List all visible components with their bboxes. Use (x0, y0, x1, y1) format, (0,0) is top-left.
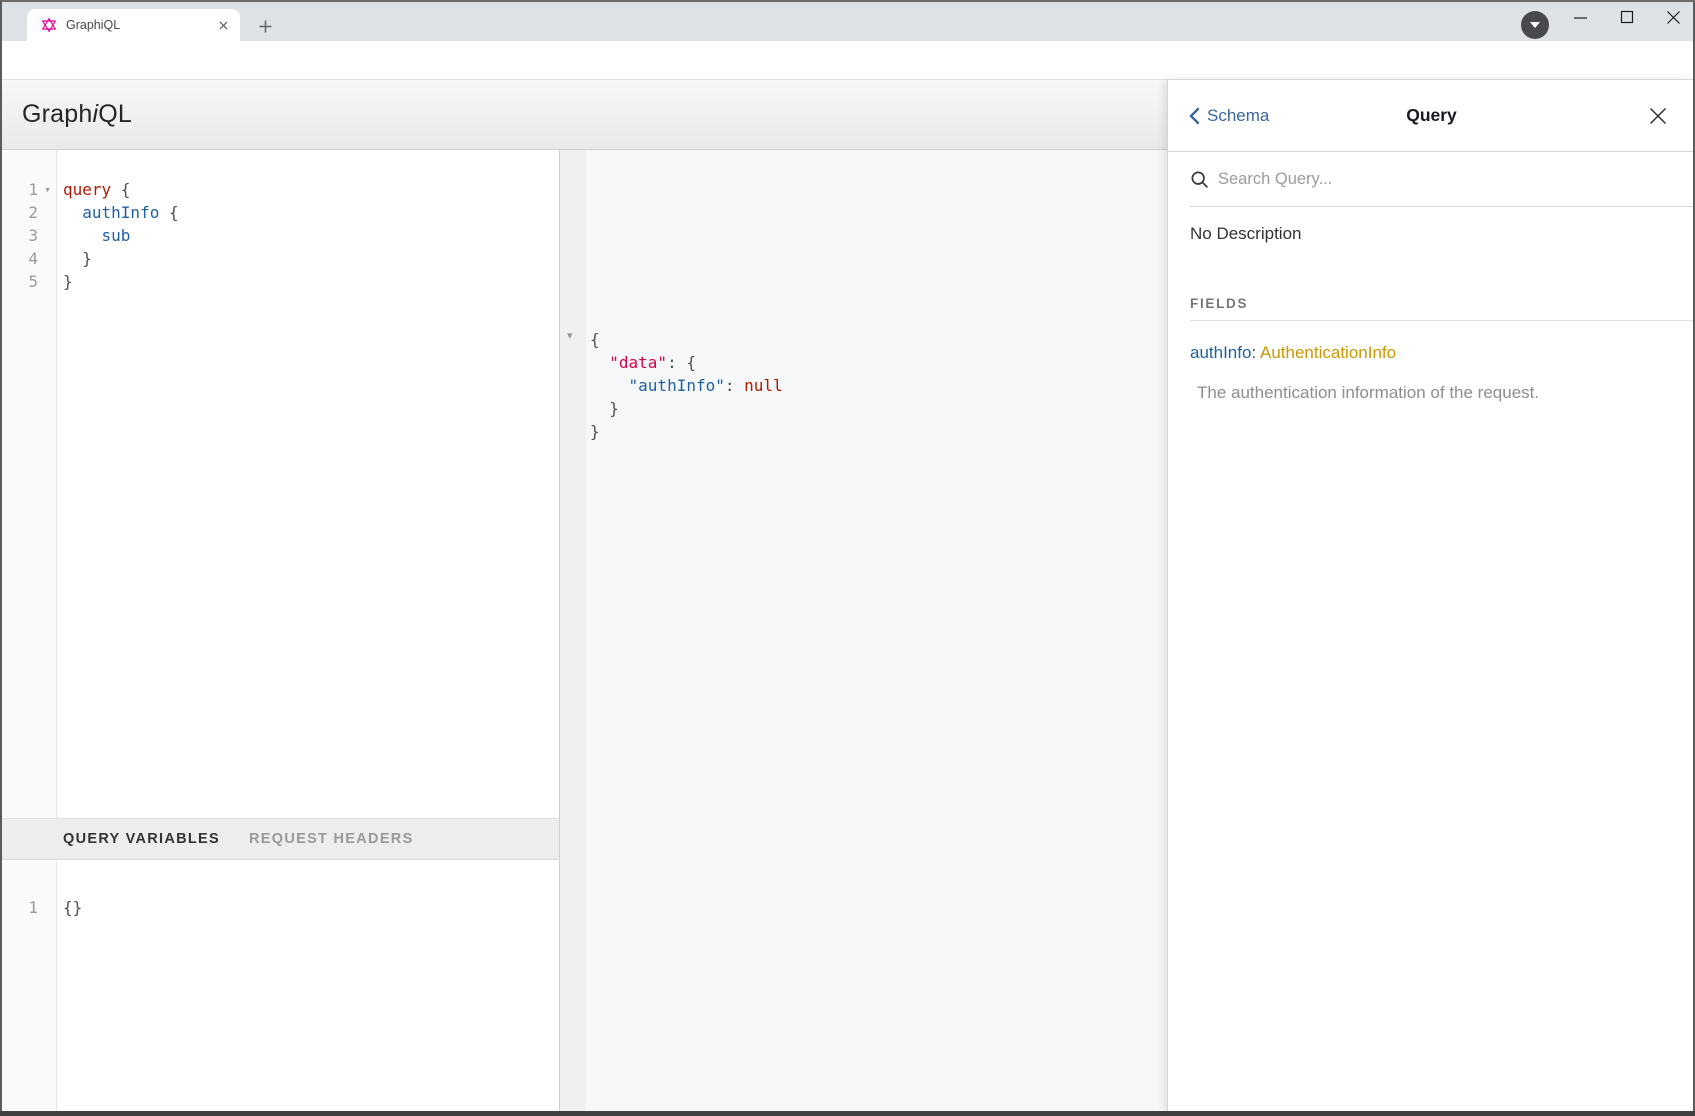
variables-line-number: 1 (0, 896, 38, 919)
window-frame-bottom (0, 1111, 1695, 1116)
result-code-line: "data": { (590, 351, 783, 374)
query-code-line: 5} (0, 270, 559, 293)
query-code: 1▾query {2 authInfo {3 sub4 }5} (0, 178, 559, 293)
result-code-line: } (590, 397, 783, 420)
result-code-line: { (590, 328, 783, 351)
query-code-line: 2 authInfo { (0, 201, 559, 224)
doc-back-label: Schema (1207, 106, 1269, 126)
doc-search-input[interactable] (1218, 170, 1578, 189)
fold-arrow-icon[interactable]: ▾ (38, 178, 57, 201)
doc-field-type-link[interactable]: AuthenticationInfo (1260, 343, 1396, 362)
doc-fields-separator (1190, 320, 1695, 321)
chevron-left-icon (1188, 107, 1200, 125)
tab-request-headers[interactable]: REQUEST HEADERS (249, 831, 414, 847)
doc-no-description: No Description (1190, 224, 1695, 244)
chrome-update-badge-icon[interactable] (1521, 11, 1549, 39)
tab-close-icon[interactable] (215, 17, 232, 34)
doc-fields-heading: FIELDS (1190, 296, 1695, 311)
query-variables-editor[interactable]: 1 {} (0, 861, 559, 1111)
window-minimize-button[interactable] (1558, 0, 1602, 34)
doc-field-description: The authentication information of the re… (1190, 383, 1695, 403)
doc-explorer-body: No Description FIELDS authInfo: Authenti… (1190, 207, 1695, 403)
result-fold-gutter (560, 150, 586, 1111)
result-viewer[interactable]: ▾ { "data": { "authInfo": null }} (560, 150, 1167, 1111)
window-maximize-button[interactable] (1605, 0, 1649, 34)
search-icon (1190, 170, 1209, 189)
variables-tab-bar: QUERY VARIABLES REQUEST HEADERS (0, 818, 559, 860)
query-editor[interactable]: 1▾query {2 authInfo {3 sub4 }5} (0, 150, 559, 818)
doc-explorer-panel: Schema Query No Description FIELDS authI… (1167, 80, 1695, 1111)
result-code: { "data": { "authInfo": null }} (590, 328, 783, 443)
result-code-line: "authInfo": null (590, 374, 783, 397)
doc-field-name-link[interactable]: authInfo (1190, 343, 1251, 362)
new-tab-button[interactable] (252, 13, 278, 39)
browser-tab-strip: GraphiQL (0, 0, 1695, 41)
tab-query-variables[interactable]: QUERY VARIABLES (63, 831, 220, 847)
graphiql-toolbar: GraphiQL PrettifyMergeCopyHistoryShare (0, 80, 1167, 150)
browser-tab[interactable]: GraphiQL (27, 9, 240, 41)
doc-close-icon[interactable] (1648, 106, 1668, 126)
doc-explorer-header: Schema Query (1168, 80, 1695, 152)
graphiql-logo: GraphiQL (22, 80, 132, 149)
doc-field-item: authInfo: AuthenticationInfo (1190, 343, 1695, 363)
doc-search-row (1190, 152, 1695, 207)
window-frame-top (0, 0, 1695, 2)
graphql-favicon-icon (41, 17, 57, 33)
result-code-line: } (590, 420, 783, 443)
window-frame-left (0, 0, 2, 1116)
result-fold-arrow-icon[interactable]: ▾ (567, 329, 573, 342)
query-code-line: 3 sub (0, 224, 559, 247)
tab-title: GraphiQL (66, 18, 215, 32)
window-close-button[interactable] (1651, 0, 1695, 34)
query-code-line: 1▾query { (0, 178, 559, 201)
variables-code: 1 {} (0, 896, 82, 919)
query-code-line: 4 } (0, 247, 559, 270)
doc-back-link[interactable]: Schema (1188, 106, 1269, 126)
browser-toolbar: localhost:3000/graphql PTp L Aktualisier… (0, 41, 1695, 80)
